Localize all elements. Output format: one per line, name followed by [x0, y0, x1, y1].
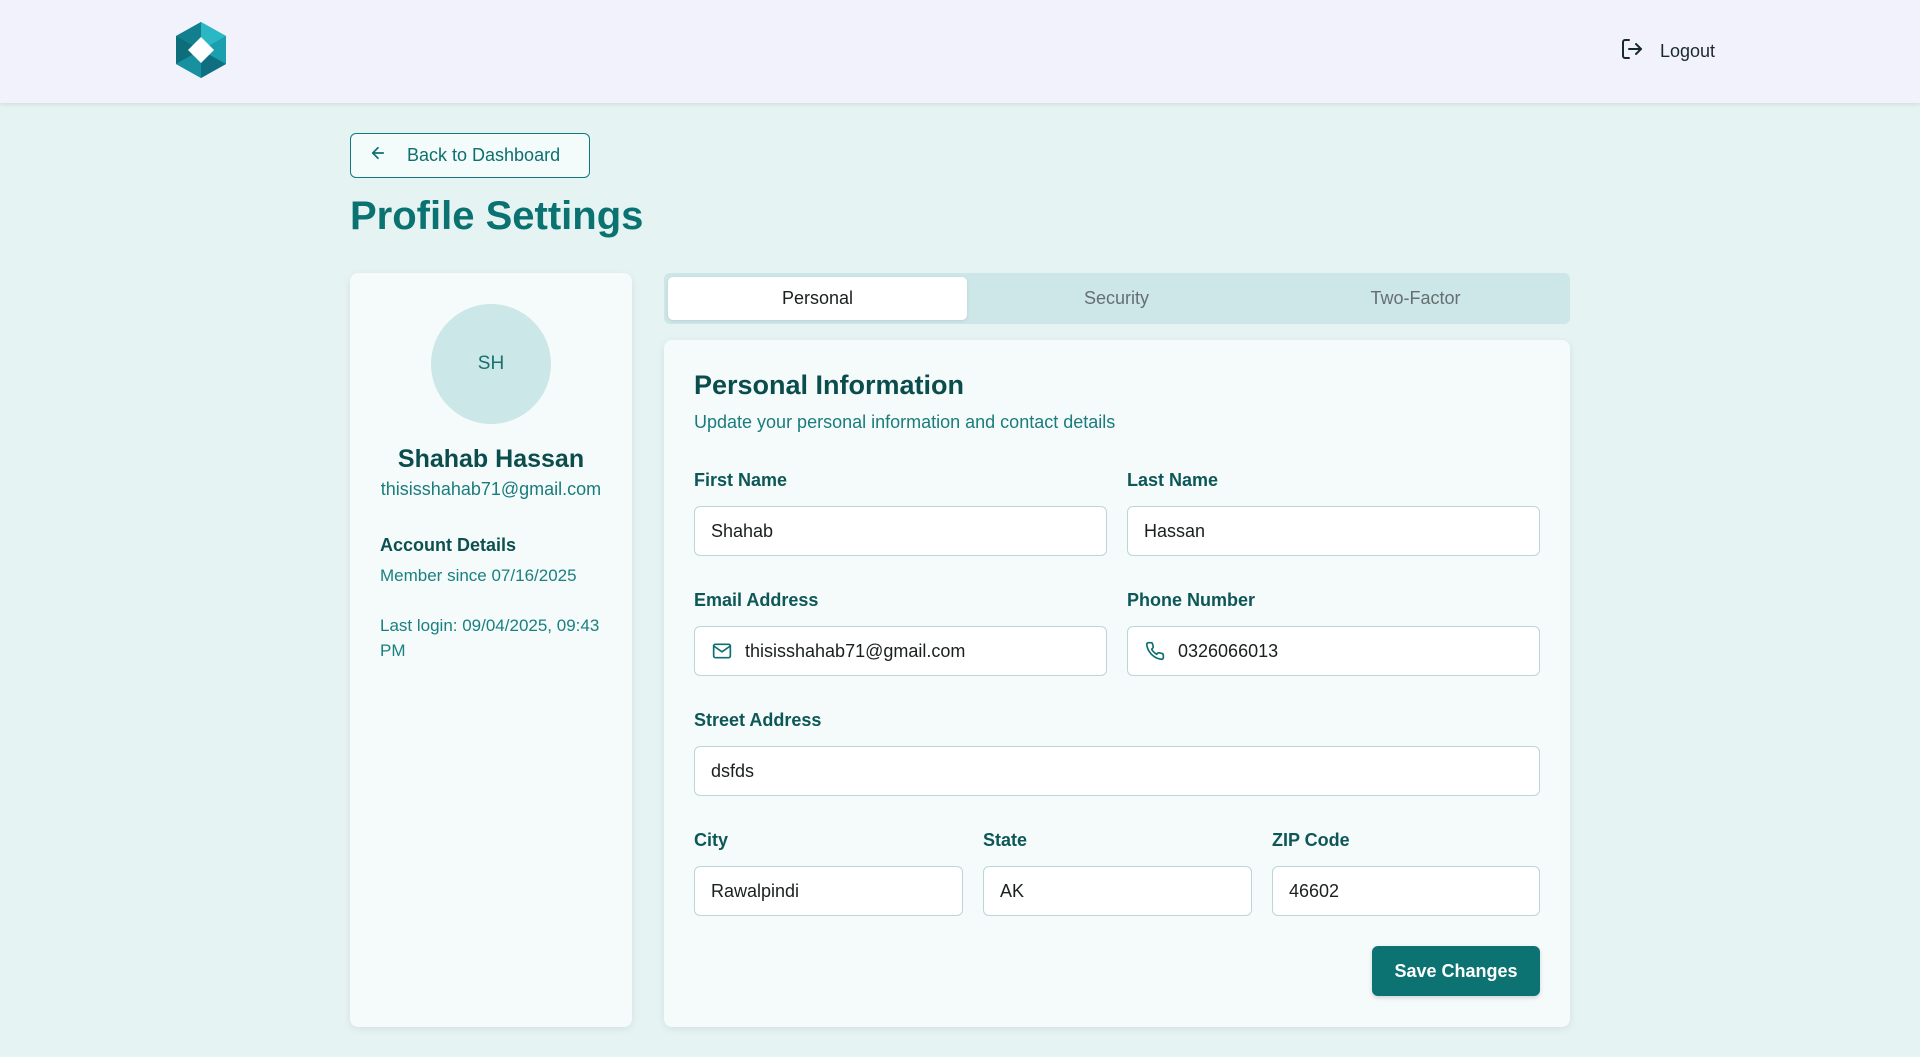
profile-card: SH Shahab Hassan thisisshahab71@gmail.co… — [350, 273, 632, 1027]
avatar: SH — [431, 304, 551, 424]
street-address-input[interactable] — [694, 746, 1540, 796]
top-bar: Logout — [0, 0, 1920, 103]
last-name-input[interactable] — [1127, 506, 1540, 556]
member-since-text: Member since 07/16/2025 — [380, 566, 577, 585]
logout-label: Logout — [1660, 40, 1716, 61]
state-label: State — [983, 830, 1028, 850]
form-title: Personal Information — [694, 370, 965, 400]
last-name-label: Last Name — [1127, 470, 1219, 490]
state-input[interactable] — [983, 866, 1252, 916]
page-title: Profile Settings — [350, 194, 644, 238]
zip-code-input[interactable] — [1272, 866, 1540, 916]
city-input[interactable] — [694, 866, 963, 916]
back-to-dashboard-button[interactable]: Back to Dashboard — [350, 133, 590, 178]
first-name-input[interactable] — [694, 506, 1107, 556]
settings-tabs: Personal Security Two-Factor — [664, 273, 1570, 324]
zip-code-label: ZIP Code — [1272, 830, 1350, 850]
mail-icon — [712, 641, 732, 661]
last-login-text: Last login: 09/04/2025, 09:43 PM — [380, 616, 600, 660]
email-label: Email Address — [694, 590, 819, 610]
personal-info-form: Personal Information Update your persona… — [664, 340, 1570, 1027]
logout-icon — [1620, 37, 1644, 66]
phone-icon — [1145, 641, 1165, 661]
first-name-label: First Name — [694, 470, 788, 490]
profile-email: thisisshahab71@gmail.com — [380, 479, 602, 499]
tab-personal[interactable]: Personal — [668, 277, 967, 320]
save-changes-button[interactable]: Save Changes — [1372, 946, 1540, 996]
city-label: City — [694, 830, 729, 850]
account-details-heading: Account Details — [380, 535, 517, 555]
logout-button[interactable]: Logout — [1620, 36, 1715, 66]
tab-two-factor[interactable]: Two-Factor — [1266, 277, 1565, 320]
form-subtitle: Update your personal information and con… — [694, 412, 1116, 432]
profile-name: Shahab Hassan — [397, 445, 585, 473]
back-button-label: Back to Dashboard — [407, 145, 561, 165]
hexagon-logo-icon[interactable] — [174, 20, 228, 80]
email-input[interactable] — [694, 626, 1107, 676]
street-address-label: Street Address — [694, 710, 822, 730]
phone-input[interactable] — [1127, 626, 1540, 676]
arrow-left-icon — [369, 144, 387, 167]
tab-security[interactable]: Security — [967, 277, 1266, 320]
phone-label: Phone Number — [1127, 590, 1256, 610]
